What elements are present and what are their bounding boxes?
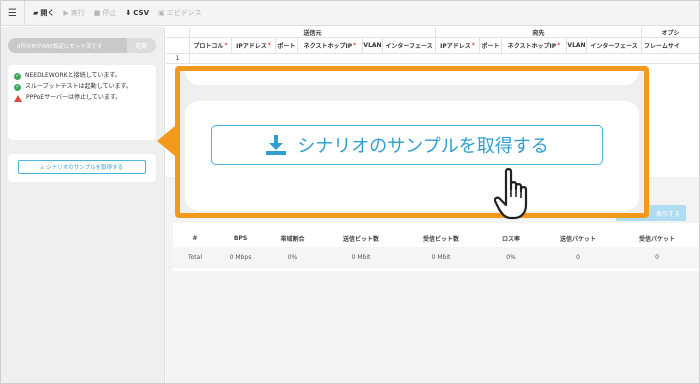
zoom-callout: シナリオのサンプルを取得する: [175, 66, 649, 218]
col-src-vlan[interactable]: VLAN: [363, 38, 383, 54]
status-row-pppoe: PPPoEサーバーは停止しています。: [14, 94, 150, 102]
grid-group-header: 送信元 宛先 オプシ: [166, 27, 699, 38]
col-frame-size[interactable]: フレームサイ: [642, 38, 699, 54]
status-row-connection: ✓ NEEDLEWORKと接続しています。: [14, 72, 121, 80]
download-icon: ⤓: [40, 163, 44, 170]
hand-pointer-icon: [494, 168, 528, 220]
app-window: ☰ ▰ 開く ▶ 実行 ■ 停止 ⬇ CSV ▣ エビデンス 0件のIPがARP…: [0, 0, 700, 384]
open-button[interactable]: ▰ 開く: [33, 8, 54, 18]
stats-table: # BPS 帯域割合 送信ビット数 受信ビット数 ロス率 送信パケット 受信パケ…: [173, 223, 699, 271]
menu-icon[interactable]: ☰: [1, 1, 25, 26]
save-icon: ▣: [158, 9, 165, 17]
download-icon: ⬇: [125, 9, 132, 17]
get-sample-scenario-button-zoomed[interactable]: シナリオのサンプルを取得する: [211, 125, 603, 165]
status-card: ✓ NEEDLEWORKと接続しています。 ✓ スループットテストは起動していま…: [8, 65, 156, 140]
folder-icon: ▰: [33, 9, 39, 17]
stats-header: # BPS 帯域割合 送信ビット数 受信ビット数 ロス率 送信パケット 受信パケ…: [192, 234, 675, 243]
arp-start-button[interactable]: 起動: [127, 38, 156, 53]
sample-card: ⤓ シナリオのサンプルを取得する: [8, 154, 156, 182]
row-number: 1: [166, 54, 190, 64]
zoom-top-strip: [185, 71, 639, 85]
status-row-throughput: ✓ スループットテストは起動しています。: [14, 83, 132, 91]
play-icon: ▶: [63, 9, 69, 17]
stop-button[interactable]: ■ 停止: [94, 8, 117, 18]
col-dst-nexthop[interactable]: ネクストホップIP *: [502, 38, 567, 54]
check-icon: ✓: [14, 72, 21, 80]
col-dst-port[interactable]: ポート: [480, 38, 502, 54]
grid-row: 1: [166, 54, 699, 64]
check-icon: ✓: [14, 83, 21, 91]
download-icon: [266, 135, 287, 155]
col-dst-vlan[interactable]: VLAN: [567, 38, 587, 54]
stats-total-row: Total 0 Mbps 0% 0 Mbit 0 Mbit 0% 0 0: [173, 247, 699, 268]
get-sample-scenario-button[interactable]: ⤓ シナリオのサンプルを取得する: [18, 160, 146, 174]
col-src-nexthop[interactable]: ネクストホップIP *: [298, 38, 363, 54]
col-protocol[interactable]: プロトコル *: [190, 38, 232, 54]
grid-column-header: プロトコル * IPアドレス * ポート ネクストホップIP * VLAN インターフ…: [166, 38, 699, 54]
sidebar: 0件のIPがARP設定にセット済です 起動 ✓ NEEDLEWORKと接続してい…: [1, 27, 165, 383]
toolbar: ☰ ▰ 開く ▶ 実行 ■ 停止 ⬇ CSV ▣ エビデンス: [1, 1, 699, 26]
run-button[interactable]: ▶ 実行: [63, 8, 84, 18]
group-source: 送信元: [190, 27, 436, 38]
arp-status-text: 0件のIPがARP設定にセット済です: [17, 43, 103, 50]
arp-status-pill: 0件のIPがARP設定にセット済です 起動: [8, 38, 156, 53]
stop-icon: ■: [93, 9, 101, 17]
group-option: オプシ: [642, 27, 699, 38]
warning-icon: [14, 94, 22, 102]
csv-button[interactable]: ⬇ CSV: [125, 9, 149, 17]
col-src-interface[interactable]: インターフェース: [383, 38, 436, 54]
col-src-ip[interactable]: IPアドレス *: [232, 38, 276, 54]
col-dst-ip[interactable]: IPアドレス *: [436, 38, 480, 54]
group-destination: 宛先: [436, 27, 642, 38]
zoom-card: シナリオのサンプルを取得する: [185, 101, 639, 211]
evidence-button[interactable]: ▣ エビデンス: [158, 8, 202, 18]
col-src-port[interactable]: ポート: [276, 38, 298, 54]
col-dst-interface[interactable]: インターフェース: [587, 38, 642, 54]
